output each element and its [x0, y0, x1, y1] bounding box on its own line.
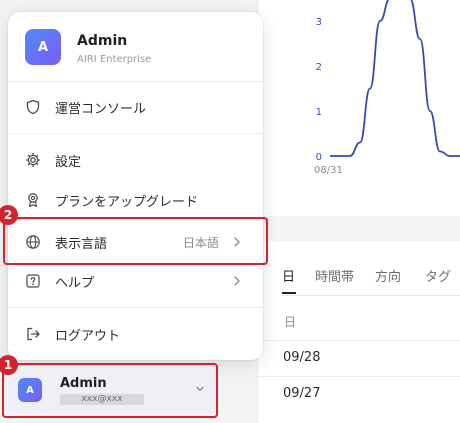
menu-item-label: 運営コンソール	[55, 102, 147, 117]
account-plan: AIRI Enterprise	[77, 54, 152, 65]
section-divider	[258, 216, 460, 242]
badge-icon	[28, 193, 38, 208]
menu-item-settings[interactable]: 設定	[8, 142, 263, 178]
y-tick-label: 0	[316, 152, 322, 163]
tab-tag[interactable]: タグ	[425, 266, 451, 285]
help-icon	[26, 274, 40, 288]
menu-item-admin-console[interactable]: 運営コンソール	[8, 89, 263, 125]
menu-divider	[8, 133, 263, 134]
line-chart: 0 1 2 3 08/31	[258, 0, 460, 190]
table-row[interactable]: 09/28	[258, 340, 460, 376]
shield-icon	[26, 99, 40, 115]
logout-icon	[27, 327, 40, 341]
gear-icon	[25, 152, 41, 168]
menu-header: A Admin AIRI Enterprise	[8, 12, 263, 82]
menu-item-upgrade-plan[interactable]: プランをアップグレード	[8, 182, 263, 218]
x-tick-label: 08/31	[314, 165, 343, 176]
highlight-language-item	[3, 217, 268, 265]
table-cell-date: 09/28	[283, 350, 321, 365]
menu-item-logout[interactable]: ログアウト	[8, 316, 263, 352]
tab-day[interactable]: 日	[282, 266, 295, 285]
chevron-right-icon	[234, 276, 240, 286]
menu-item-label: 設定	[55, 155, 82, 170]
menu-divider	[8, 307, 263, 308]
table-row[interactable]: 09/27	[258, 376, 460, 412]
account-menu: A Admin AIRI Enterprise 運営コンソール 設定 プランをア…	[8, 12, 263, 360]
y-tick-label: 3	[316, 17, 322, 28]
menu-item-label: ヘルプ	[55, 276, 95, 291]
series-line	[329, 0, 460, 157]
table-cell-date: 09/27	[283, 386, 321, 401]
active-tab-indicator	[282, 292, 296, 294]
highlight-user-card	[2, 363, 218, 418]
menu-item-label: ログアウト	[55, 329, 121, 344]
tab-time-slot[interactable]: 時間帯	[315, 266, 354, 285]
tab-bar: 日 時間帯 方向 タグ	[282, 262, 460, 296]
avatar: A	[25, 29, 61, 65]
menu-item-label: プランをアップグレード	[55, 195, 199, 210]
y-tick-label: 2	[316, 62, 322, 73]
account-name: Admin	[77, 33, 128, 49]
table-header-day: 日	[284, 315, 297, 329]
menu-item-help[interactable]: ヘルプ	[8, 263, 263, 299]
tab-direction[interactable]: 方向	[375, 266, 401, 285]
y-tick-label: 1	[316, 107, 322, 118]
